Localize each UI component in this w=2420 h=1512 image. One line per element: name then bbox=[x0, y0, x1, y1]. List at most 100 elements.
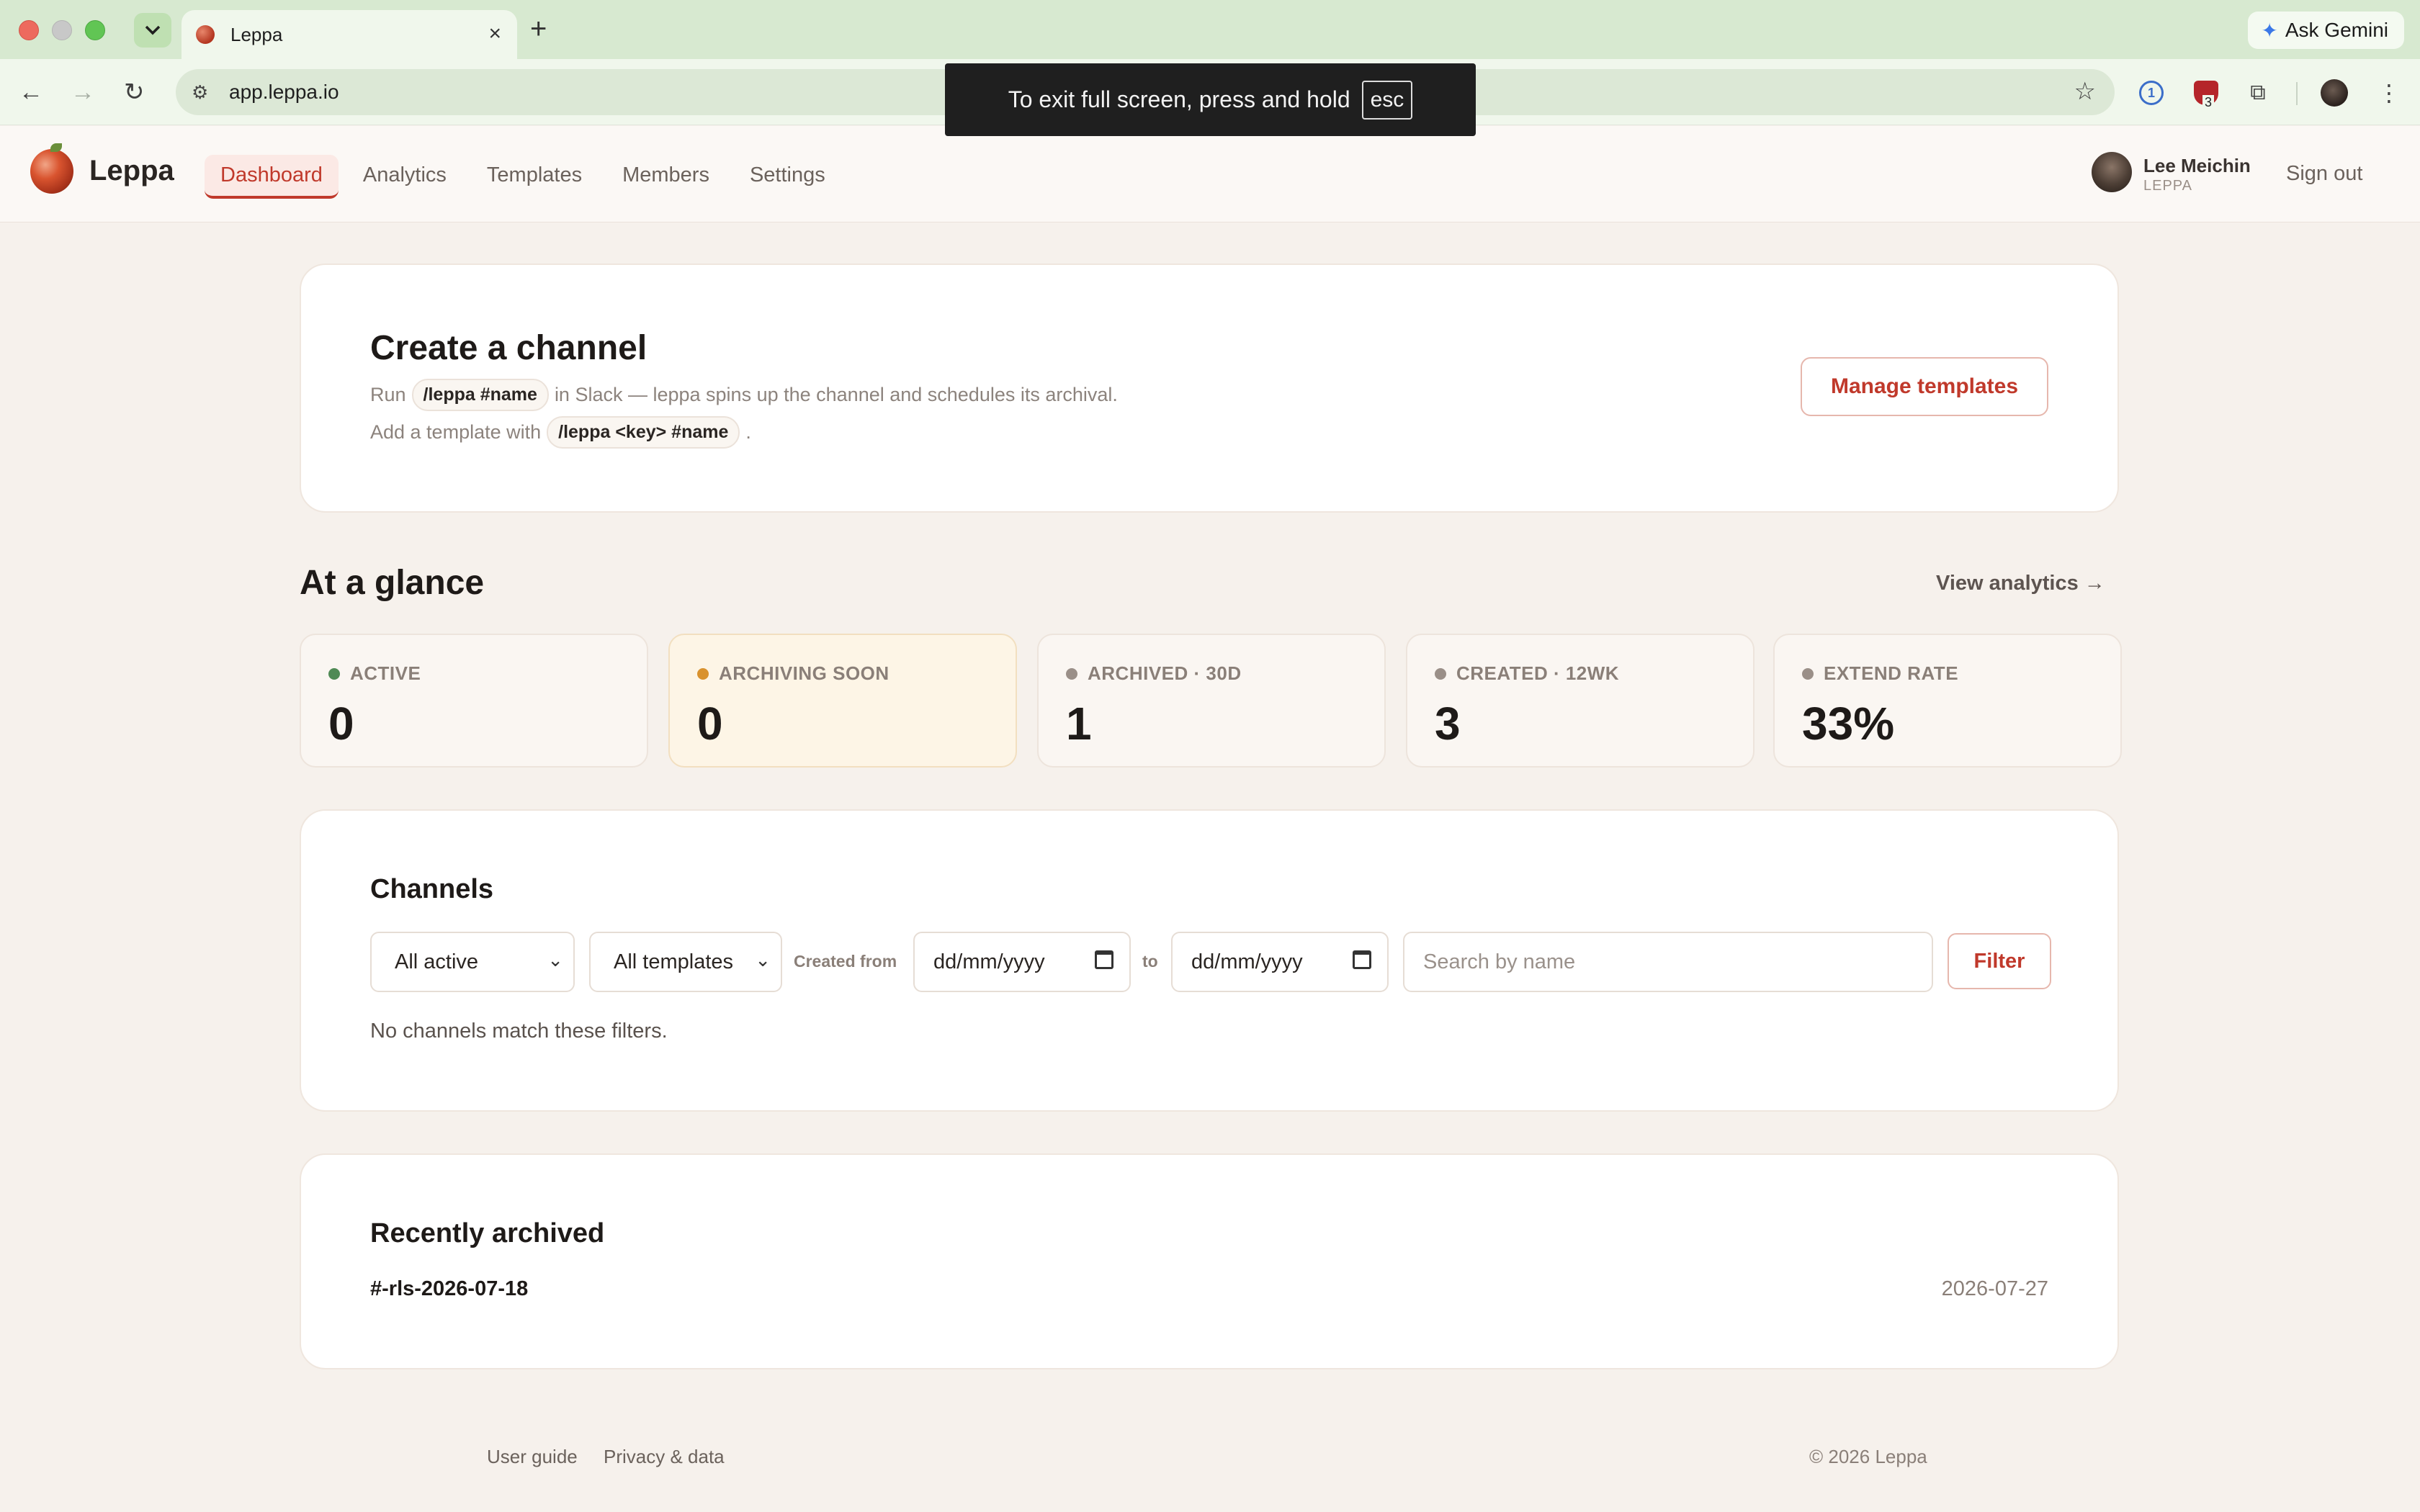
user-name: Lee Meichin bbox=[2143, 155, 2251, 176]
extensions-puzzle-icon[interactable]: ⧉ bbox=[2246, 81, 2270, 105]
instruction-suffix: in Slack — leppa spins up the channel an… bbox=[554, 384, 1118, 405]
chevron-down-icon bbox=[145, 25, 161, 35]
stat-label-row: ARCHIVING SOON bbox=[697, 662, 889, 685]
stat-value: 0 bbox=[697, 698, 723, 750]
stat-label: EXTEND RATE bbox=[1824, 662, 1959, 684]
site-settings-icon[interactable]: ⚙ bbox=[192, 81, 213, 104]
reload-icon[interactable]: ↻ bbox=[124, 75, 145, 109]
nav-analytics[interactable]: Analytics bbox=[347, 155, 462, 199]
date-to-input[interactable]: dd/mm/yyyy bbox=[1171, 932, 1389, 992]
date-to-value: dd/mm/yyyy bbox=[1191, 950, 1303, 973]
status-dot-icon bbox=[328, 667, 340, 680]
close-window-button[interactable] bbox=[19, 20, 39, 40]
privacy-link[interactable]: Privacy & data bbox=[604, 1446, 725, 1468]
status-select-value: All active bbox=[395, 950, 479, 973]
browser-menu-icon[interactable]: ⋮ bbox=[2377, 80, 2401, 106]
template-command-code: /leppa <key> #name bbox=[547, 416, 740, 449]
new-tab-button[interactable]: + bbox=[530, 14, 547, 43]
create-channel-card: Create a channel Run /leppa #name in Sla… bbox=[300, 264, 2119, 513]
stat-value: 33% bbox=[1802, 698, 1895, 750]
stat-label: ARCHIVED · 30D bbox=[1088, 662, 1242, 684]
stat-card-extend-rate: EXTEND RATE 33% bbox=[1773, 634, 2122, 768]
channel-search-input[interactable]: Search by name bbox=[1403, 932, 1933, 992]
instruction-prefix: Run bbox=[370, 384, 406, 405]
stat-value: 0 bbox=[328, 698, 354, 750]
nav-members[interactable]: Members bbox=[606, 155, 725, 199]
esc-key-hint: esc bbox=[1361, 80, 1413, 120]
template-instruction-suffix: . bbox=[745, 421, 751, 443]
user-guide-link[interactable]: User guide bbox=[487, 1446, 578, 1468]
channels-card: Channels All active ⌄ All templates ⌄ Cr… bbox=[300, 809, 2119, 1112]
fullscreen-window-button[interactable] bbox=[85, 20, 105, 40]
toolbar-divider bbox=[2296, 82, 2298, 105]
main-nav: Dashboard Analytics Templates Members Se… bbox=[205, 155, 841, 199]
user-avatar[interactable] bbox=[2092, 152, 2132, 192]
date-from-input[interactable]: dd/mm/yyyy bbox=[913, 932, 1131, 992]
chevron-down-icon: ⌄ bbox=[755, 949, 771, 971]
forward-arrow-icon[interactable]: → bbox=[71, 75, 95, 109]
fullscreen-toast-text: To exit full screen, press and hold bbox=[1008, 86, 1350, 112]
gemini-sparkle-icon: ✦ bbox=[2261, 19, 2278, 42]
recently-archived-title: Recently archived bbox=[370, 1218, 605, 1248]
stat-value: 1 bbox=[1066, 698, 1092, 750]
stat-card-archiving-soon: ARCHIVING SOON 0 bbox=[668, 634, 1017, 768]
created-from-label: Created from bbox=[794, 952, 897, 971]
channel-filters: All active ⌄ All templates ⌄ Created fro… bbox=[370, 932, 2053, 992]
template-select-value: All templates bbox=[614, 950, 734, 973]
archived-channel-name[interactable]: #-rls-2026-07-18 bbox=[370, 1277, 528, 1301]
extension-badge: 3 bbox=[2202, 95, 2215, 110]
archived-channel-date: 2026-07-27 bbox=[1941, 1277, 2048, 1300]
app-header: Leppa Dashboard Analytics Templates Memb… bbox=[0, 126, 2420, 222]
nav-templates[interactable]: Templates bbox=[471, 155, 598, 199]
status-dot-icon bbox=[697, 667, 709, 680]
create-channel-title: Create a channel bbox=[370, 329, 647, 367]
filter-button[interactable]: Filter bbox=[1948, 933, 2051, 989]
slash-command-code: /leppa #name bbox=[411, 379, 549, 411]
date-from-value: dd/mm/yyyy bbox=[933, 950, 1045, 973]
copyright: © 2026 Leppa bbox=[1809, 1446, 1927, 1467]
date-to-label: to bbox=[1142, 952, 1158, 971]
password-manager-extension-icon[interactable]: 1 bbox=[2139, 81, 2164, 105]
template-instructions-line: Add a template with /leppa <key> #name . bbox=[370, 416, 751, 449]
fullscreen-exit-toast: To exit full screen, press and hold esc bbox=[945, 63, 1476, 136]
browser-tab[interactable]: Leppa × bbox=[182, 10, 517, 59]
calendar-icon[interactable] bbox=[1353, 950, 1371, 969]
stat-label: ARCHIVING SOON bbox=[719, 662, 889, 684]
leppa-favicon-icon bbox=[196, 25, 215, 44]
status-select[interactable]: All active ⌄ bbox=[370, 932, 575, 992]
profile-avatar[interactable] bbox=[2321, 79, 2348, 107]
stat-label-row: EXTEND RATE bbox=[1802, 662, 1958, 685]
nav-dashboard[interactable]: Dashboard bbox=[205, 155, 339, 199]
calendar-icon[interactable] bbox=[1095, 950, 1113, 969]
tab-search-button[interactable] bbox=[134, 13, 171, 48]
stat-card-archived-30d: ARCHIVED · 30D 1 bbox=[1037, 634, 1386, 768]
leppa-apple-logo-icon[interactable] bbox=[30, 149, 73, 194]
stat-value: 3 bbox=[1435, 698, 1461, 750]
status-dot-icon bbox=[1435, 667, 1446, 680]
user-org: LEPPA bbox=[2143, 178, 2192, 194]
stat-label-row: ARCHIVED · 30D bbox=[1066, 662, 1242, 685]
stat-card-active: ACTIVE 0 bbox=[300, 634, 648, 768]
stat-label-row: ACTIVE bbox=[328, 662, 421, 685]
stat-label-row: CREATED · 12WK bbox=[1435, 662, 1619, 685]
channels-title: Channels bbox=[370, 874, 494, 904]
view-analytics-link[interactable]: View analytics → bbox=[1936, 572, 2105, 595]
stat-card-created-12wk: CREATED · 12WK 3 bbox=[1406, 634, 1754, 768]
minimize-window-button[interactable] bbox=[52, 20, 72, 40]
nav-settings[interactable]: Settings bbox=[734, 155, 841, 199]
at-a-glance-heading: At a glance bbox=[300, 564, 485, 602]
ask-gemini-button[interactable]: ✦ Ask Gemini bbox=[2248, 12, 2404, 49]
search-placeholder: Search by name bbox=[1423, 950, 1576, 973]
app-logo-text[interactable]: Leppa bbox=[89, 155, 174, 187]
manage-templates-button[interactable]: Manage templates bbox=[1801, 357, 2048, 416]
browser-tab-bar: Leppa × + ✦ Ask Gemini bbox=[0, 0, 2420, 59]
bookmark-star-icon[interactable]: ☆ bbox=[2074, 79, 2096, 104]
create-instructions-line: Run /leppa #name in Slack — leppa spins … bbox=[370, 379, 1118, 411]
sign-out-link[interactable]: Sign out bbox=[2286, 162, 2362, 186]
recently-archived-card: Recently archived #-rls-2026-07-18 2026-… bbox=[300, 1153, 2119, 1369]
status-dot-icon bbox=[1066, 667, 1077, 680]
close-tab-icon[interactable]: × bbox=[488, 23, 501, 45]
back-arrow-icon[interactable]: ← bbox=[19, 75, 43, 109]
stat-label: CREATED · 12WK bbox=[1456, 662, 1620, 684]
template-select[interactable]: All templates ⌄ bbox=[589, 932, 782, 992]
